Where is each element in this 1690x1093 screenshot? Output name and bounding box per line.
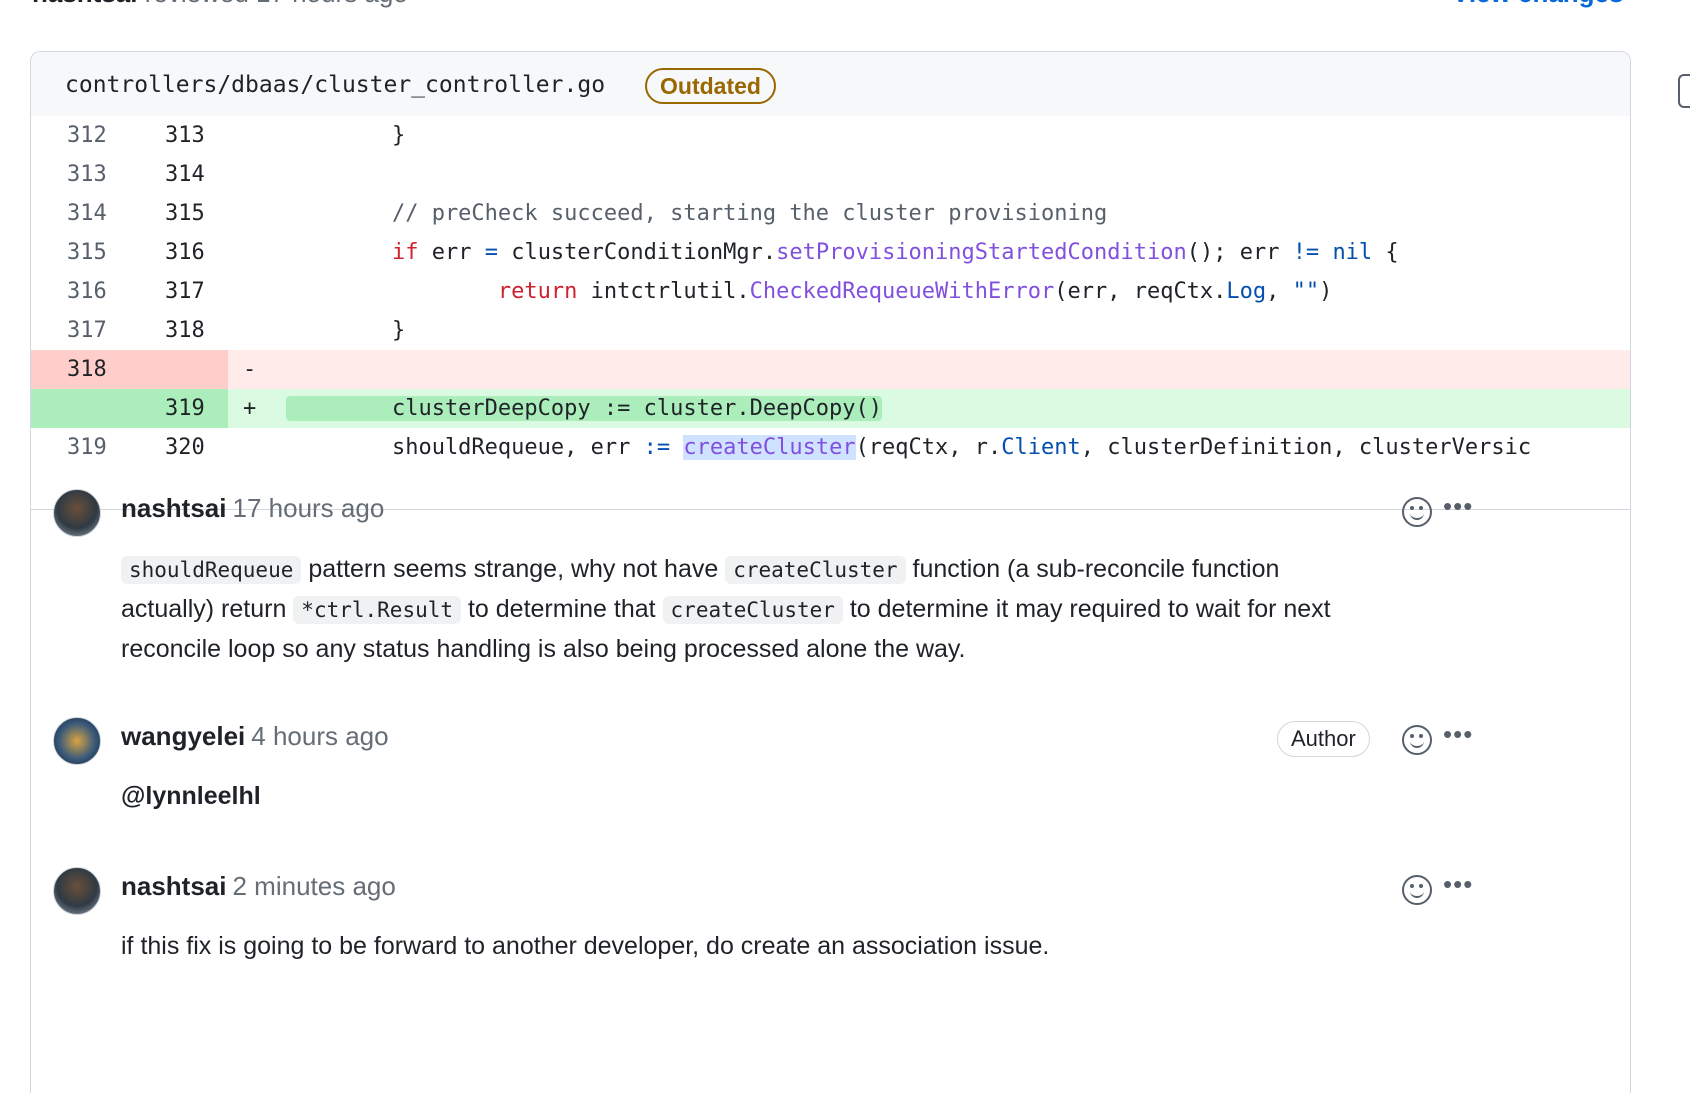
code-line: clusterDeepCopy := cluster.DeepCopy()	[286, 396, 883, 421]
kebab-horizontal-icon[interactable]: •••	[1443, 719, 1473, 750]
diff-row-added: 319 + clusterDeepCopy := cluster.DeepCop…	[31, 389, 1630, 428]
smiley-icon[interactable]	[1402, 875, 1432, 905]
old-line-number[interactable]: 314	[67, 194, 163, 233]
view-changes-link[interactable]: View changes	[1452, 0, 1624, 9]
diff-row: 314 315 // preCheck succeed, starting th…	[31, 194, 1630, 233]
code-line: // preCheck succeed, starting the cluste…	[286, 201, 1108, 226]
new-line-number[interactable]: 315	[165, 194, 261, 233]
inline-code: shouldRequeue	[121, 556, 302, 584]
new-line-number[interactable]: 316	[165, 233, 261, 272]
kebab-horizontal-icon[interactable]: •••	[1443, 869, 1473, 900]
code-line: shouldRequeue, err := createCluster(reqC…	[286, 435, 1532, 460]
code-line: return intctrlutil.CheckedRequeueWithErr…	[497, 279, 1333, 304]
diff-row-deleted: 318 -	[31, 350, 1630, 389]
old-line-number[interactable]: 318	[67, 350, 163, 389]
comment-author[interactable]: nashtsai 17 hours ago	[121, 493, 384, 524]
comment-time[interactable]: 17 hours ago	[233, 493, 385, 523]
old-line-number[interactable]: 315	[67, 233, 163, 272]
kebab-horizontal-icon[interactable]: •••	[1443, 491, 1473, 522]
avatar[interactable]	[53, 717, 101, 765]
avatar[interactable]	[53, 489, 101, 537]
comment-time[interactable]: 4 hours ago	[251, 721, 388, 751]
diff-row: 319 320 shouldRequeue, err := createClus…	[31, 428, 1630, 467]
old-line-number[interactable]: 312	[67, 116, 163, 155]
lock-icon	[1678, 74, 1690, 108]
diff-row: 315 316 if err = clusterConditionMgr.set…	[31, 233, 1630, 272]
old-line-number[interactable]: 316	[67, 272, 163, 311]
inline-code: createCluster	[725, 556, 906, 584]
author-badge: Author	[1277, 721, 1370, 757]
reviewer-name[interactable]: nashtsai reviewed 17 hours ago	[32, 0, 408, 9]
inline-code: *ctrl.Result	[293, 596, 462, 624]
new-line-number[interactable]: 320	[165, 428, 261, 467]
code-line: }	[286, 123, 406, 148]
diff-row: 312 313 }	[31, 116, 1630, 155]
code-line: if err = clusterConditionMgr.setProvisio…	[391, 240, 1399, 265]
inline-code: createCluster	[662, 596, 843, 624]
outdated-badge: Outdated	[645, 68, 776, 104]
new-line-number[interactable]: 318	[165, 311, 261, 350]
comment-body: if this fix is going to be forward to an…	[121, 932, 1050, 960]
new-line-number[interactable]: 313	[165, 116, 261, 155]
review-thread-card: controllers/dbaas/cluster_controller.go …	[30, 51, 1631, 1093]
file-path[interactable]: controllers/dbaas/cluster_controller.go	[65, 72, 605, 98]
comment-author[interactable]: wangyelei 4 hours ago	[121, 721, 389, 752]
diff-row: 313 314	[31, 155, 1630, 194]
smiley-icon[interactable]	[1402, 725, 1432, 755]
review-time: reviewed 17 hours ago	[145, 0, 408, 8]
old-line-number[interactable]: 313	[67, 155, 163, 194]
new-line-number[interactable]: 314	[165, 155, 261, 194]
smiley-icon[interactable]	[1402, 497, 1432, 527]
new-line-number[interactable]: 317	[165, 272, 261, 311]
diff-row: 317 318 }	[31, 311, 1630, 350]
comment-author[interactable]: nashtsai 2 minutes ago	[121, 871, 396, 902]
review-header: nashtsai reviewed 17 hours ago View chan…	[0, 0, 1690, 8]
code-line: }	[286, 318, 406, 343]
comment-body: @lynnleelhl	[121, 782, 261, 810]
old-line-number[interactable]: 319	[67, 428, 163, 467]
file-header: controllers/dbaas/cluster_controller.go …	[31, 52, 1630, 116]
comment-body: shouldRequeue pattern seems strange, why…	[121, 555, 1331, 663]
diff-sign: +	[243, 396, 257, 421]
diff-row: 316 317 return intctrlutil.CheckedRequeu…	[31, 272, 1630, 311]
avatar[interactable]	[53, 867, 101, 915]
comment-time[interactable]: 2 minutes ago	[233, 871, 396, 901]
old-line-number[interactable]: 317	[67, 311, 163, 350]
diff-sign: -	[243, 357, 257, 382]
diff-hunk: 312 313 } 313 314 314 315 // preCheck su…	[31, 116, 1630, 467]
